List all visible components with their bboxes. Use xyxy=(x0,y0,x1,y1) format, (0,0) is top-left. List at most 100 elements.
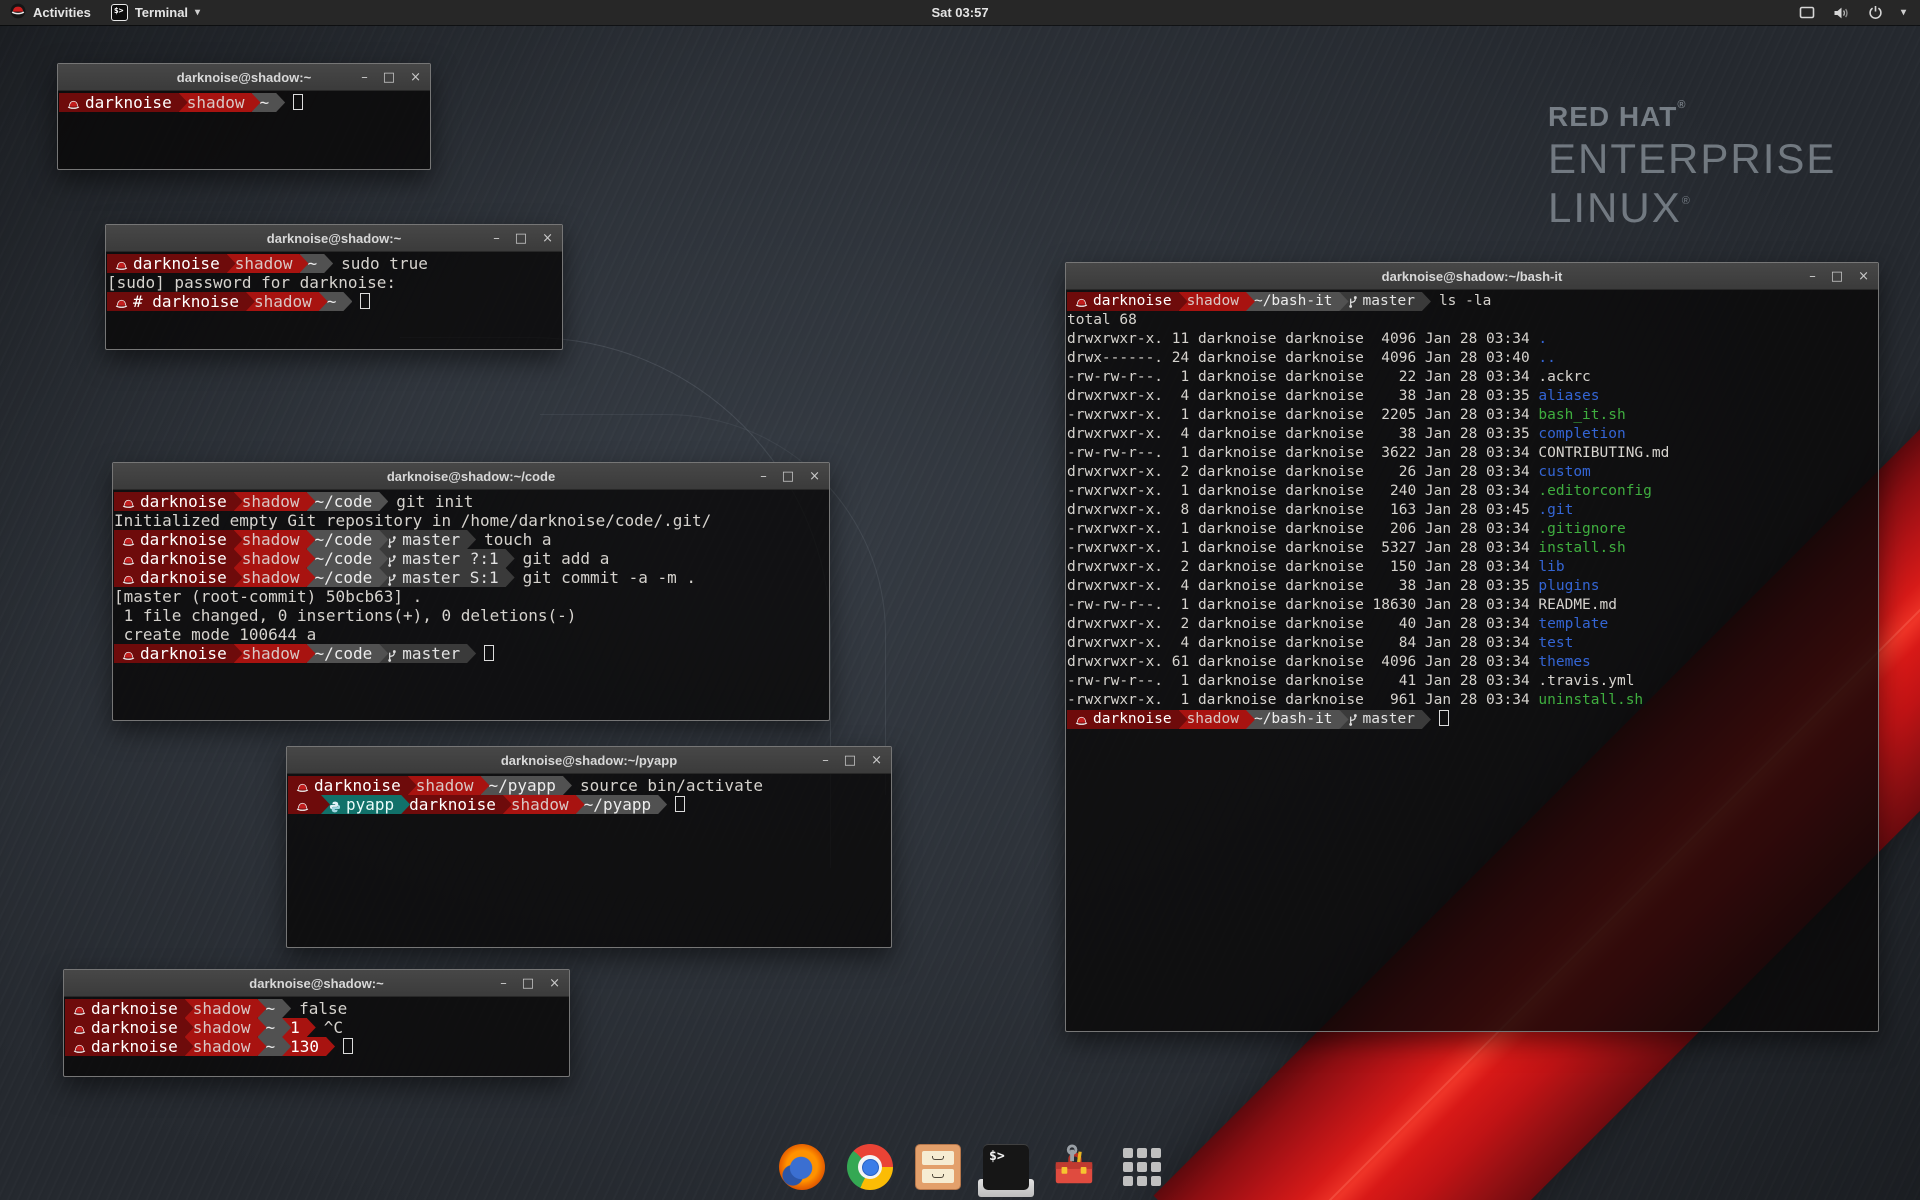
app-menu-terminal[interactable]: $> Terminal ▾ xyxy=(101,0,210,25)
minimize-button[interactable]: – xyxy=(500,977,507,990)
prompt-segment-shadow: shadow xyxy=(1179,292,1255,311)
branch-icon xyxy=(387,550,397,569)
close-button[interactable]: × xyxy=(809,470,820,483)
file-meta: drwxrwxr-x. 2 darknoise darknoise 26 Jan… xyxy=(1067,464,1538,480)
branch-icon xyxy=(387,645,397,663)
prompt-segment-shadow: shadow xyxy=(234,492,316,511)
terminal-content[interactable]: darknoiseshadow~/bash-itmasterls -latota… xyxy=(1066,290,1878,729)
file-row: drwxrwxr-x. 4 darknoise darknoise 38 Jan… xyxy=(1067,577,1877,596)
hat-icon xyxy=(122,569,135,588)
terminal-content[interactable]: darknoiseshadow~ xyxy=(58,91,430,112)
prompt-segment-venv: pyapp xyxy=(321,795,410,814)
prompt-segment-user: darknoise xyxy=(59,93,188,112)
minimize-button[interactable]: – xyxy=(760,470,767,483)
file-row: -rwxrwxr-x. 1 darknoise darknoise 240 Ja… xyxy=(1067,482,1877,501)
minimize-button[interactable]: – xyxy=(493,232,500,245)
terminal-window-code: darknoise@shadow:~/code – □ × darknoisesha… xyxy=(112,462,830,721)
prompt-segment-shadow: shadow xyxy=(234,549,316,568)
titlebar[interactable]: darknoise@shadow:~/pyapp – □ × xyxy=(287,747,891,774)
prompt-segment-user: darknoise xyxy=(1067,710,1188,729)
prompt-line: darknoiseshadow~/codemaster xyxy=(114,644,828,663)
py-icon xyxy=(329,796,341,814)
prompt-line: darknoiseshadow~130 xyxy=(65,1037,568,1056)
file-meta: -rwxrwxr-x. 1 darknoise darknoise 206 Ja… xyxy=(1067,521,1538,537)
prompt-segment-path: ~/code xyxy=(307,492,389,511)
firefox-icon xyxy=(779,1144,825,1190)
dock-firefox[interactable] xyxy=(779,1144,825,1190)
file-meta: drwxrwxr-x. 61 darknoise darknoise 4096 … xyxy=(1067,654,1538,670)
window-title: darknoise@shadow:~/code xyxy=(113,469,829,484)
file-meta: -rwxrwxr-x. 1 darknoise darknoise 5327 J… xyxy=(1067,540,1538,556)
prompt-segment-path: ~/code xyxy=(307,530,389,549)
prompt-segment-git: master xyxy=(379,530,476,549)
file-meta: drwx------. 24 darknoise darknoise 4096 … xyxy=(1067,350,1538,366)
file-name: lib xyxy=(1538,559,1564,575)
clock[interactable]: Sat 03:57 xyxy=(931,5,988,20)
file-meta: drwxrwxr-x. 2 darknoise darknoise 40 Jan… xyxy=(1067,616,1538,632)
caret-down-icon[interactable]: ▾ xyxy=(1901,7,1906,18)
hat-icon xyxy=(115,293,128,311)
rhel-logo: RED HAT® ENTERPRISE LINUX® xyxy=(1548,100,1836,229)
titlebar[interactable]: darknoise@shadow:~ –□× xyxy=(64,970,569,997)
hat-icon xyxy=(73,1000,86,1019)
window-title: darknoise@shadow:~/pyapp xyxy=(287,753,891,768)
clock-area: Sat 03:57 xyxy=(0,5,1920,20)
system-tray: ▾ xyxy=(1799,0,1920,25)
prompt-line: darknoiseshadow~false xyxy=(65,999,568,1018)
prompt-line: darknoiseshadow~/pyappsource bin/activat… xyxy=(288,776,890,795)
command-text: ls -la xyxy=(1422,293,1491,309)
volume-icon[interactable] xyxy=(1833,6,1850,20)
terminal-content[interactable]: darknoiseshadow~falsedarknoiseshadow~1^C… xyxy=(64,997,569,1056)
app-grid-icon xyxy=(1119,1144,1165,1190)
activities-button[interactable]: Activities xyxy=(0,0,101,25)
prompt-segment-path: ~/code xyxy=(307,549,389,568)
power-icon[interactable] xyxy=(1868,5,1883,20)
output-line: 1 file changed, 0 insertions(+), 0 delet… xyxy=(114,606,828,625)
dock-app-grid[interactable] xyxy=(1119,1144,1165,1190)
prompt-segment-shadow: shadow xyxy=(234,568,316,587)
prompt-segment-path: ~/bash-it xyxy=(1246,710,1349,729)
display-icon[interactable] xyxy=(1799,6,1815,19)
titlebar[interactable]: darknoise@shadow:~/bash-it –□× xyxy=(1066,263,1878,290)
dock-terminal[interactable]: $> xyxy=(983,1144,1029,1190)
close-button[interactable]: × xyxy=(542,232,553,245)
close-button[interactable]: × xyxy=(549,977,560,990)
prompt-segment-shadow: shadow xyxy=(246,292,328,311)
maximize-button[interactable]: □ xyxy=(522,977,534,990)
minimize-button[interactable]: – xyxy=(822,754,829,767)
file-name: template xyxy=(1538,616,1608,632)
minimize-button[interactable]: – xyxy=(361,71,368,84)
prompt-segment-path: ~/pyapp xyxy=(481,776,572,795)
titlebar[interactable]: darknoise@shadow:~ –□× xyxy=(106,225,562,252)
titlebar[interactable]: darknoise@shadow:~/code – □ × xyxy=(113,463,829,490)
maximize-button[interactable]: □ xyxy=(1831,270,1843,283)
prompt-line: darknoiseshadow~/bash-itmasterls -la xyxy=(1067,292,1877,311)
hat-icon xyxy=(296,777,309,796)
close-button[interactable]: × xyxy=(410,71,421,84)
branch-icon xyxy=(387,531,397,550)
dock: $> xyxy=(779,1144,1165,1190)
file-row: -rw-rw-r--. 1 darknoise darknoise 41 Jan… xyxy=(1067,672,1877,691)
minimize-button[interactable]: – xyxy=(1809,270,1816,283)
prompt-segment-user: darknoise xyxy=(401,795,512,814)
prompt-segment-git: master xyxy=(1340,292,1431,311)
terminal-content[interactable]: darknoiseshadow~/codegit initInitialized… xyxy=(113,490,829,663)
terminal-content[interactable]: darknoiseshadow~/pyappsource bin/activat… xyxy=(287,774,891,814)
command-text: source bin/activate xyxy=(563,776,763,795)
hat-icon xyxy=(67,94,80,112)
maximize-button[interactable]: □ xyxy=(782,470,794,483)
file-name: .travis.yml xyxy=(1538,673,1634,689)
close-button[interactable]: × xyxy=(1858,270,1869,283)
dock-chrome[interactable] xyxy=(847,1144,893,1190)
maximize-button[interactable]: □ xyxy=(844,754,856,767)
terminal-content[interactable]: darknoiseshadow~sudo true[sudo] password… xyxy=(106,252,562,311)
terminal-cursor xyxy=(343,1038,353,1054)
maximize-button[interactable]: □ xyxy=(383,71,395,84)
maximize-button[interactable]: □ xyxy=(515,232,527,245)
file-meta: -rw-rw-r--. 1 darknoise darknoise 3622 J… xyxy=(1067,445,1538,461)
dock-toolbox[interactable] xyxy=(1051,1144,1097,1190)
dock-files[interactable] xyxy=(915,1144,961,1190)
close-button[interactable]: × xyxy=(871,754,882,767)
titlebar[interactable]: darknoise@shadow:~ –□× xyxy=(58,64,430,91)
prompt-segment-shadow: shadow xyxy=(408,776,490,795)
